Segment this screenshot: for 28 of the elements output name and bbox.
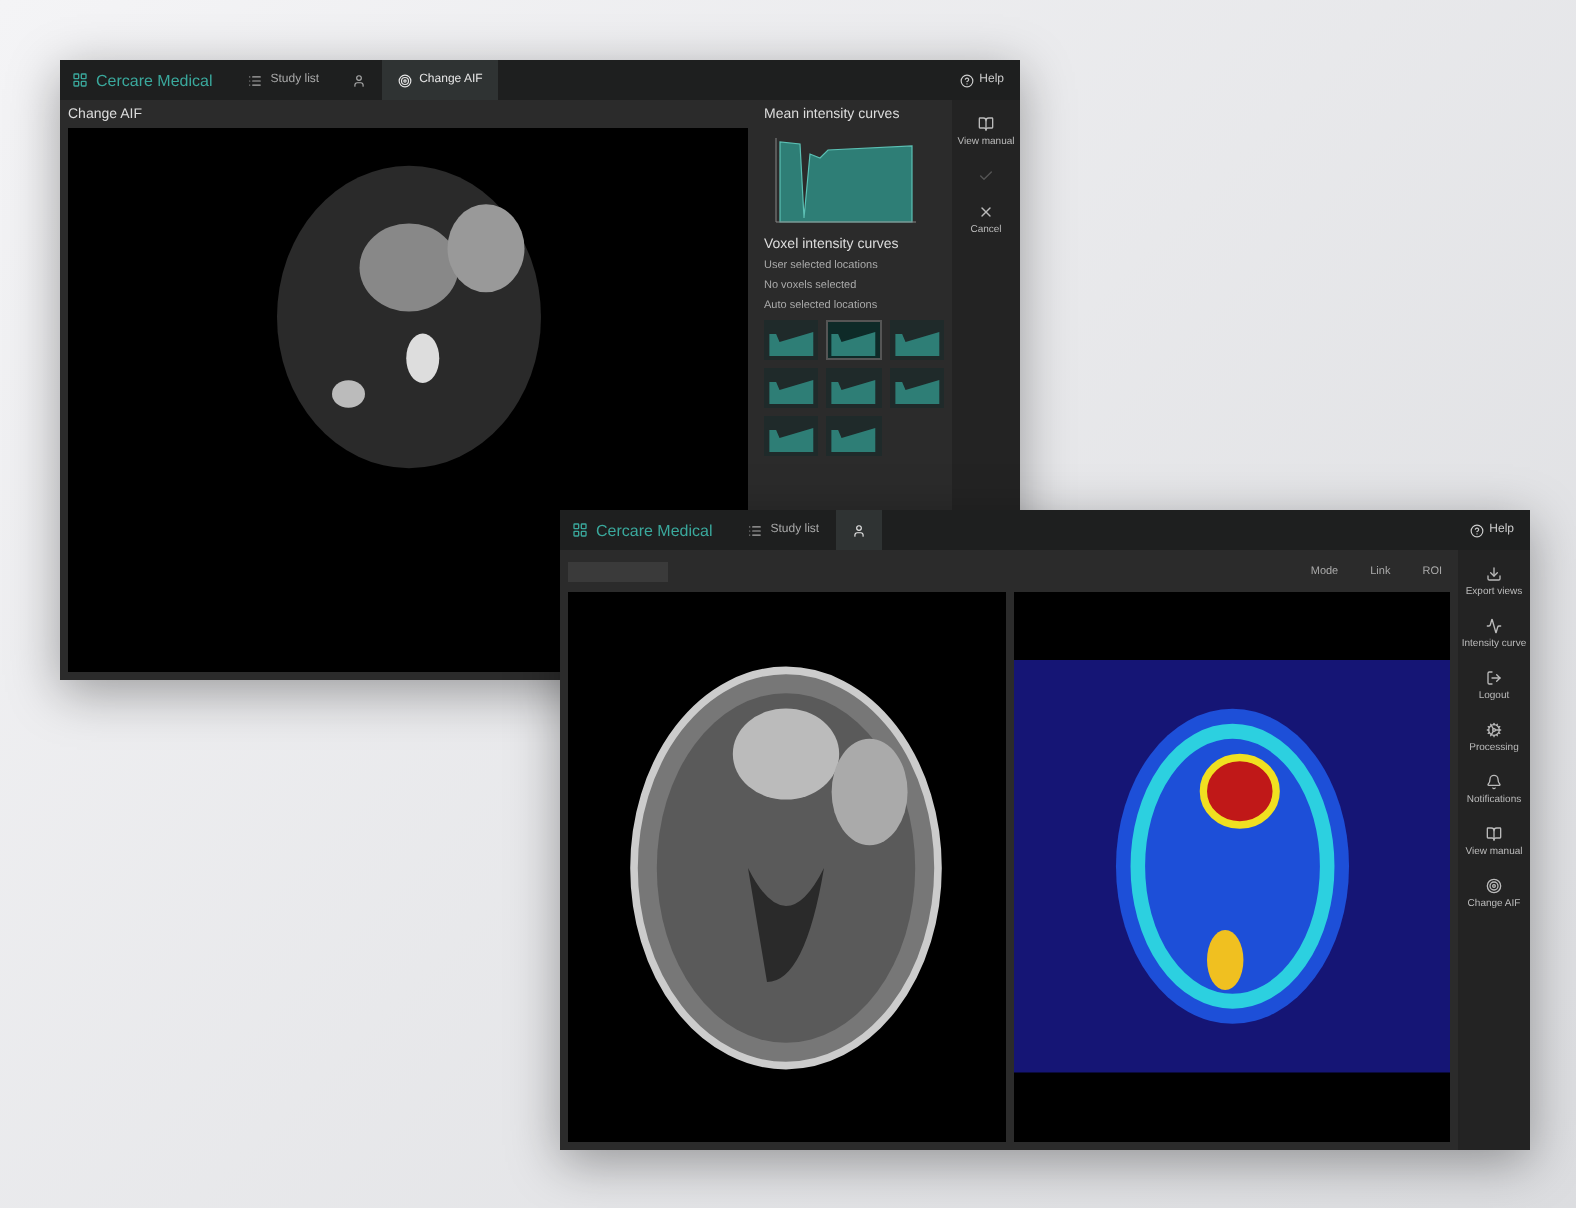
download-icon — [1486, 566, 1502, 582]
logout-icon — [1485, 670, 1502, 686]
close-icon — [977, 204, 994, 220]
book-icon — [977, 116, 994, 132]
curve-thumbnail[interactable] — [764, 320, 819, 360]
curve-thumbnail[interactable] — [889, 368, 944, 408]
check-icon — [978, 168, 994, 184]
curve-thumbnail[interactable] — [889, 320, 944, 360]
app-logo: Cercare Medical — [60, 60, 233, 100]
help-icon — [1469, 523, 1484, 537]
app-logo: Cercare Medical — [560, 510, 733, 550]
bell-icon — [1485, 774, 1502, 790]
person-icon — [851, 523, 866, 537]
curve-thumbnail[interactable] — [764, 416, 819, 456]
target-icon — [397, 73, 412, 87]
list-icon — [748, 523, 763, 537]
curve-thumbnail[interactable] — [826, 320, 882, 360]
curve-thumbnail[interactable] — [826, 416, 882, 456]
curve-thumbnail[interactable] — [826, 368, 882, 408]
list-icon — [248, 73, 263, 87]
curve-thumbnail[interactable] — [764, 368, 819, 408]
book-icon — [1485, 826, 1502, 842]
curve-icon — [1486, 618, 1502, 634]
target-icon — [1486, 878, 1502, 894]
help-icon — [959, 73, 974, 87]
settings-icon — [1485, 722, 1502, 738]
person-icon — [351, 73, 366, 87]
header-tab[interactable] — [835, 510, 882, 550]
